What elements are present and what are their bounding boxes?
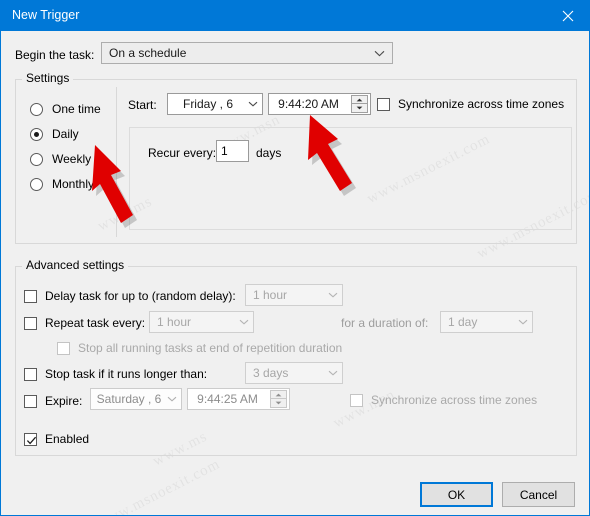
radio-one-time[interactable]: One time [30,100,101,118]
repeat-duration-value: 1 day [448,315,478,329]
stop-all-running-tasks-checkbox[interactable]: Stop all running tasks at end of repetit… [57,339,342,357]
cancel-button-label: Cancel [519,487,558,502]
checkbox-indicator [24,316,37,330]
expire-time-field[interactable]: 9:44:25 AM [187,388,290,410]
begin-task-label: Begin the task: [15,48,95,62]
checkbox-indicator [350,393,363,407]
chevron-down-icon[interactable] [167,389,177,409]
watermark: www.msnoexit.com [94,456,223,516]
start-sync-timezones-checkbox[interactable]: Synchronize across time zones [377,95,564,113]
radio-label: Daily [52,127,79,141]
stepper-down-icon[interactable] [270,399,287,408]
ok-button[interactable]: OK [420,482,493,507]
chevron-down-icon [328,285,338,305]
settings-group-title: Settings [22,71,74,85]
checkbox-label: Enabled [45,432,90,446]
delay-duration-dropdown[interactable]: 1 hour [245,284,343,306]
recur-unit-label: days [256,146,282,160]
recur-every-input[interactable]: 1 [216,140,249,162]
start-time-stepper[interactable] [351,95,368,113]
delay-task-checkbox[interactable]: Delay task for up to (random delay): [24,287,236,305]
recurrence-panel [129,127,572,230]
radio-indicator [30,177,43,191]
stop-task-longer-checkbox[interactable]: Stop task if it runs longer than: [24,365,207,383]
checkbox-indicator [57,341,70,355]
chevron-down-icon [328,363,338,383]
recur-every-value: 1 [221,144,228,158]
enabled-checkbox[interactable]: Enabled [24,430,89,448]
repeat-task-checkbox[interactable]: Repeat task every: [24,314,145,332]
begin-task-dropdown[interactable]: On a schedule [101,42,393,64]
checkbox-indicator [24,432,37,446]
begin-task-value: On a schedule [109,46,187,60]
start-date-field[interactable]: Friday , 6 [167,93,263,115]
delay-duration-value: 1 hour [253,288,288,302]
chevron-down-icon [374,43,385,63]
radio-indicator [30,127,43,141]
chevron-down-icon [239,312,249,332]
radio-label: Weekly [52,152,92,166]
checkbox-label: Repeat task every: [45,316,146,330]
checkbox-label: Delay task for up to (random delay): [45,289,236,303]
checkbox-indicator [377,97,390,111]
start-time-value: 9:44:20 AM [278,97,339,111]
radio-label: Monthly [52,177,95,191]
checkbox-label: Expire: [45,394,83,408]
repeat-duration-dropdown[interactable]: 1 day [440,311,533,333]
checkbox-indicator [24,394,37,408]
radio-daily[interactable]: Daily [30,125,79,143]
checkbox-indicator [24,289,37,303]
start-time-field[interactable]: 9:44:20 AM [268,93,371,115]
ok-button-label: OK [447,487,466,502]
recur-every-label: Recur every: [148,146,217,160]
checkbox-label: Stop task if it runs longer than: [45,367,208,381]
close-icon[interactable] [545,1,589,31]
title-bar: New Trigger [1,1,589,31]
radio-monthly[interactable]: Monthly [30,175,94,193]
chevron-down-icon [518,312,528,332]
settings-divider [116,87,117,237]
radio-weekly[interactable]: Weekly [30,150,91,168]
expire-sync-timezones-checkbox[interactable]: Synchronize across time zones [350,391,537,409]
advanced-settings-group-title: Advanced settings [22,258,129,272]
repeat-duration-label: for a duration of: [341,316,429,330]
window-title: New Trigger [12,8,80,22]
stepper-up-icon[interactable] [351,95,368,104]
expire-time-value: 9:44:25 AM [197,392,258,406]
repeat-interval-value: 1 hour [157,315,192,329]
checkbox-label: Stop all running tasks at end of repetit… [78,341,343,355]
radio-indicator [30,152,43,166]
radio-label: One time [52,102,101,116]
stop-task-duration-value: 3 days [253,366,289,380]
expire-checkbox[interactable]: Expire: [24,392,82,410]
checkbox-indicator [24,367,37,381]
stepper-up-icon[interactable] [270,390,287,399]
new-trigger-dialog: New Trigger www.msnoexit.com www.ms www.… [0,0,590,516]
stepper-down-icon[interactable] [351,104,368,113]
expire-date-value: Saturday , 6 [96,392,162,406]
start-label: Start: [128,98,157,112]
checkbox-label: Synchronize across time zones [398,97,565,111]
checkbox-label: Synchronize across time zones [371,393,538,407]
start-date-value: Friday , 6 [182,97,233,111]
repeat-interval-dropdown[interactable]: 1 hour [149,311,254,333]
expire-time-stepper[interactable] [270,390,287,408]
expire-date-field[interactable]: Saturday , 6 [90,388,182,410]
chevron-down-icon[interactable] [248,94,258,114]
cancel-button[interactable]: Cancel [502,482,575,507]
stop-task-duration-dropdown[interactable]: 3 days [245,362,343,384]
radio-indicator [30,102,43,116]
